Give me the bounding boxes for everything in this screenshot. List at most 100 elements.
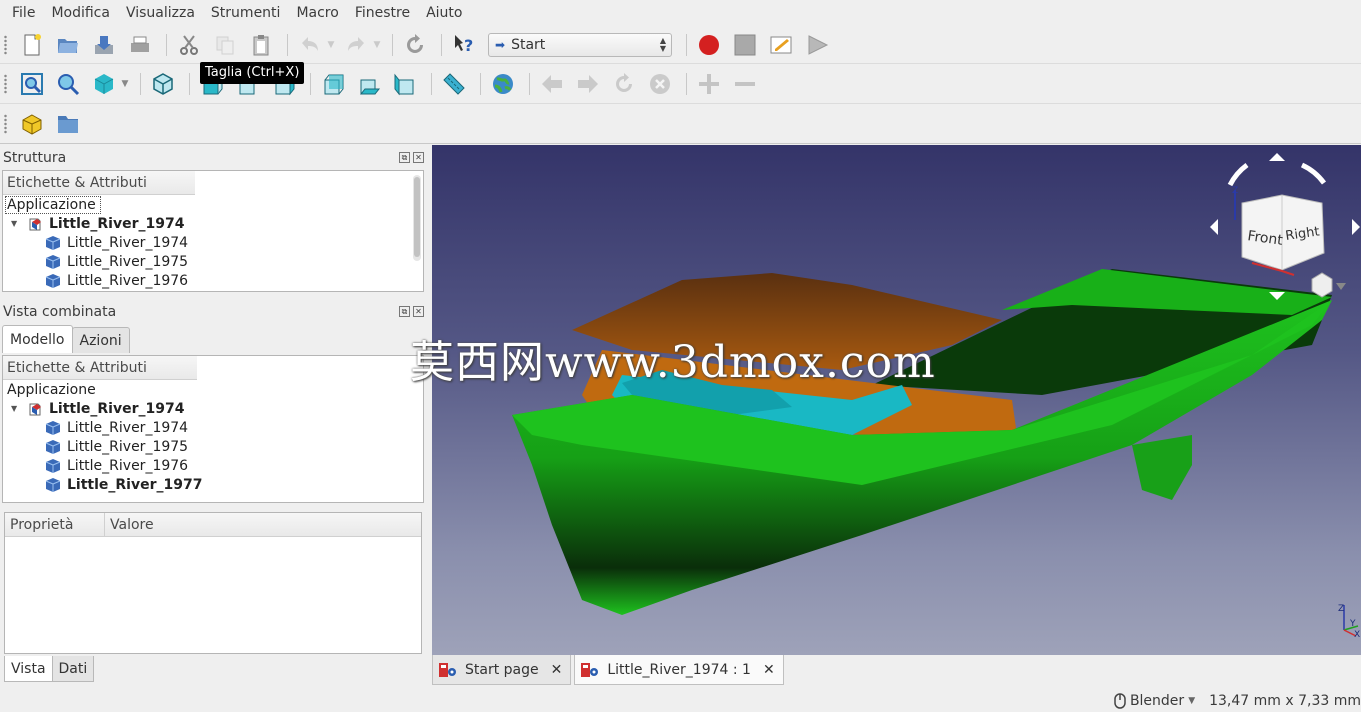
- rear-view-button[interactable]: [317, 68, 349, 100]
- draw-style-dropdown[interactable]: ▼: [120, 68, 130, 100]
- menu-strumenti[interactable]: Strumenti: [203, 0, 289, 26]
- new-document-button[interactable]: [16, 29, 48, 61]
- tree-root-label[interactable]: Applicazione: [3, 380, 423, 399]
- print-button[interactable]: [124, 29, 156, 61]
- workbench-selector[interactable]: ➡ Start ▲ ▼: [488, 32, 672, 57]
- tree-column-header[interactable]: Etichette & Attributi: [3, 171, 195, 195]
- document-node[interactable]: ▼ Little_River_1974: [3, 214, 423, 233]
- panel-controls: ⧉ ✕: [399, 306, 424, 317]
- tree-column-header[interactable]: Etichette & Attributi: [3, 356, 197, 380]
- tab-modello[interactable]: Modello: [2, 325, 73, 353]
- tree-object-item[interactable]: Little_River_1975: [3, 437, 423, 456]
- record-icon: [699, 34, 719, 55]
- web-refresh-button[interactable]: [608, 68, 640, 100]
- fit-selection-button[interactable]: [52, 68, 84, 100]
- zoom-out-button[interactable]: [729, 68, 761, 100]
- web-forward-button[interactable]: [572, 68, 604, 100]
- tree-root-label[interactable]: Applicazione: [3, 195, 423, 214]
- file-toolbar: ▼ ▼ ? ➡ Start ▲ ▼: [0, 26, 1361, 64]
- refresh-button[interactable]: [399, 29, 431, 61]
- web-stop-button[interactable]: [644, 68, 676, 100]
- menu-macro[interactable]: Macro: [288, 0, 346, 26]
- isometric-view-button[interactable]: [147, 68, 179, 100]
- collapse-arrow-icon[interactable]: ▼: [11, 219, 21, 228]
- bottom-view-button[interactable]: [353, 68, 385, 100]
- copy-button[interactable]: [209, 29, 241, 61]
- redo-button[interactable]: [340, 29, 372, 61]
- redo-dropdown[interactable]: ▼: [372, 29, 382, 61]
- value-column-header[interactable]: Valore: [105, 513, 421, 536]
- menu-modifica[interactable]: Modifica: [43, 0, 118, 26]
- measure-distance-button[interactable]: [438, 68, 470, 100]
- solid-cube-icon: [45, 439, 61, 454]
- tree-object-item[interactable]: Little_River_1976: [3, 271, 423, 290]
- tab-vista[interactable]: Vista: [4, 656, 53, 682]
- toolbar-separator: [287, 33, 288, 56]
- tree-object-item[interactable]: Little_River_1974: [3, 233, 423, 252]
- toolbar-grip[interactable]: [4, 73, 10, 94]
- undo-dropdown[interactable]: ▼: [326, 29, 336, 61]
- run-macro-button[interactable]: [801, 29, 833, 61]
- menu-visualizza[interactable]: Visualizza: [118, 0, 203, 26]
- toolbar-grip[interactable]: [4, 113, 10, 134]
- axis-triad: Z Y X: [1338, 604, 1360, 640]
- stop-macro-button[interactable]: [729, 29, 761, 61]
- tab-dati[interactable]: Dati: [51, 656, 95, 682]
- redo-icon: [348, 36, 364, 51]
- tab-start-page[interactable]: Start page ✕: [432, 655, 572, 685]
- navigation-cube[interactable]: Front Right Z: [1210, 153, 1360, 300]
- edit-macro-icon: [770, 36, 792, 53]
- whats-this-button[interactable]: ?: [448, 29, 480, 61]
- cube-icon: [94, 73, 114, 94]
- tree-object-item[interactable]: Little_River_1977: [3, 475, 423, 494]
- tree-object-item[interactable]: Little_River_1975: [3, 252, 423, 271]
- navigation-style-selector[interactable]: Blender ▼: [1114, 693, 1195, 709]
- workbench-arrow-icon: ➡: [495, 37, 506, 52]
- navigation-style-label: Blender: [1129, 693, 1185, 709]
- tree-scrollbar[interactable]: [413, 175, 421, 261]
- save-button[interactable]: [88, 29, 120, 61]
- stop-icon: [734, 34, 756, 55]
- document-icon: [29, 403, 41, 415]
- close-panel-icon[interactable]: ✕: [413, 152, 424, 163]
- open-button[interactable]: [52, 29, 84, 61]
- scissors-icon: [180, 34, 198, 55]
- workbench-selector-value: Start: [511, 36, 546, 53]
- document-node[interactable]: ▼ Little_River_1974: [3, 399, 423, 418]
- copy-icon: [216, 36, 234, 54]
- left-view-button[interactable]: [389, 68, 421, 100]
- paste-button[interactable]: [245, 29, 277, 61]
- float-panel-icon[interactable]: ⧉: [399, 152, 410, 163]
- rear-view-icon: [324, 74, 344, 94]
- spinner-arrows-icon: ▲ ▼: [659, 35, 666, 53]
- tree-object-item[interactable]: Little_River_1976: [3, 456, 423, 475]
- record-macro-button[interactable]: [693, 29, 725, 61]
- close-tab-icon[interactable]: ✕: [551, 662, 563, 678]
- close-panel-icon[interactable]: ✕: [413, 306, 424, 317]
- menu-aiuto[interactable]: Aiuto: [418, 0, 470, 26]
- collapse-arrow-icon[interactable]: ▼: [11, 404, 21, 413]
- 3d-viewport[interactable]: Front Right Z Z Y X: [432, 145, 1361, 655]
- toolbar-grip[interactable]: [4, 34, 10, 55]
- close-tab-icon[interactable]: ✕: [763, 662, 775, 678]
- model-tree: Etichette & Attributi Applicazione ▼ Lit…: [2, 355, 424, 503]
- create-part-button[interactable]: [16, 108, 48, 140]
- web-back-button[interactable]: [536, 68, 568, 100]
- draw-style-button[interactable]: [88, 68, 120, 100]
- tab-little-river-1974[interactable]: Little_River_1974 : 1 ✕: [574, 655, 784, 685]
- undo-button[interactable]: [294, 29, 326, 61]
- paste-icon: [253, 34, 269, 55]
- web-browser-button[interactable]: [487, 68, 519, 100]
- fit-all-button[interactable]: [16, 68, 48, 100]
- menu-finestre[interactable]: Finestre: [347, 0, 418, 26]
- document-tabs: Start page ✕ Little_River_1974 : 1 ✕: [432, 655, 1361, 687]
- tab-azioni[interactable]: Azioni: [71, 327, 130, 353]
- menu-file[interactable]: File: [4, 0, 43, 26]
- create-group-button[interactable]: [52, 108, 84, 140]
- cut-button[interactable]: [173, 29, 205, 61]
- zoom-in-button[interactable]: [693, 68, 725, 100]
- property-column-header[interactable]: Proprietà: [5, 513, 105, 536]
- tree-object-item[interactable]: Little_River_1974: [3, 418, 423, 437]
- float-panel-icon[interactable]: ⧉: [399, 306, 410, 317]
- edit-macro-button[interactable]: [765, 29, 797, 61]
